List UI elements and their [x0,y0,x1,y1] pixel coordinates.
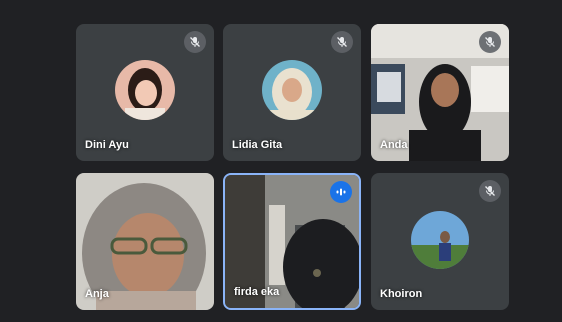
mic-off-icon [331,31,353,53]
participant-name: Khoiron [380,288,423,300]
participant-tile[interactable]: Lidia Gita [223,24,361,161]
participant-tile[interactable]: Dini Ayu [76,24,214,161]
avatar [115,60,175,120]
mic-off-icon [479,180,501,202]
speaking-icon [330,181,352,203]
participant-name: firda eka [234,286,280,298]
participant-name: Anja [85,288,109,300]
participant-grid: Dini Ayu Lidia Gita Anda Anja firda eka … [76,24,512,310]
participant-name: Dini Ayu [85,139,129,151]
avatar [411,211,469,269]
avatar [262,60,322,120]
participant-tile[interactable]: Anja [76,173,214,310]
mic-off-icon [479,31,501,53]
mic-off-icon [184,31,206,53]
participant-tile[interactable]: Khoiron [371,173,509,310]
participant-name: Lidia Gita [232,139,283,151]
participant-name: Anda [380,139,408,151]
participant-tile[interactable]: Anda [371,24,509,161]
participant-tile[interactable]: firda eka [223,173,361,310]
